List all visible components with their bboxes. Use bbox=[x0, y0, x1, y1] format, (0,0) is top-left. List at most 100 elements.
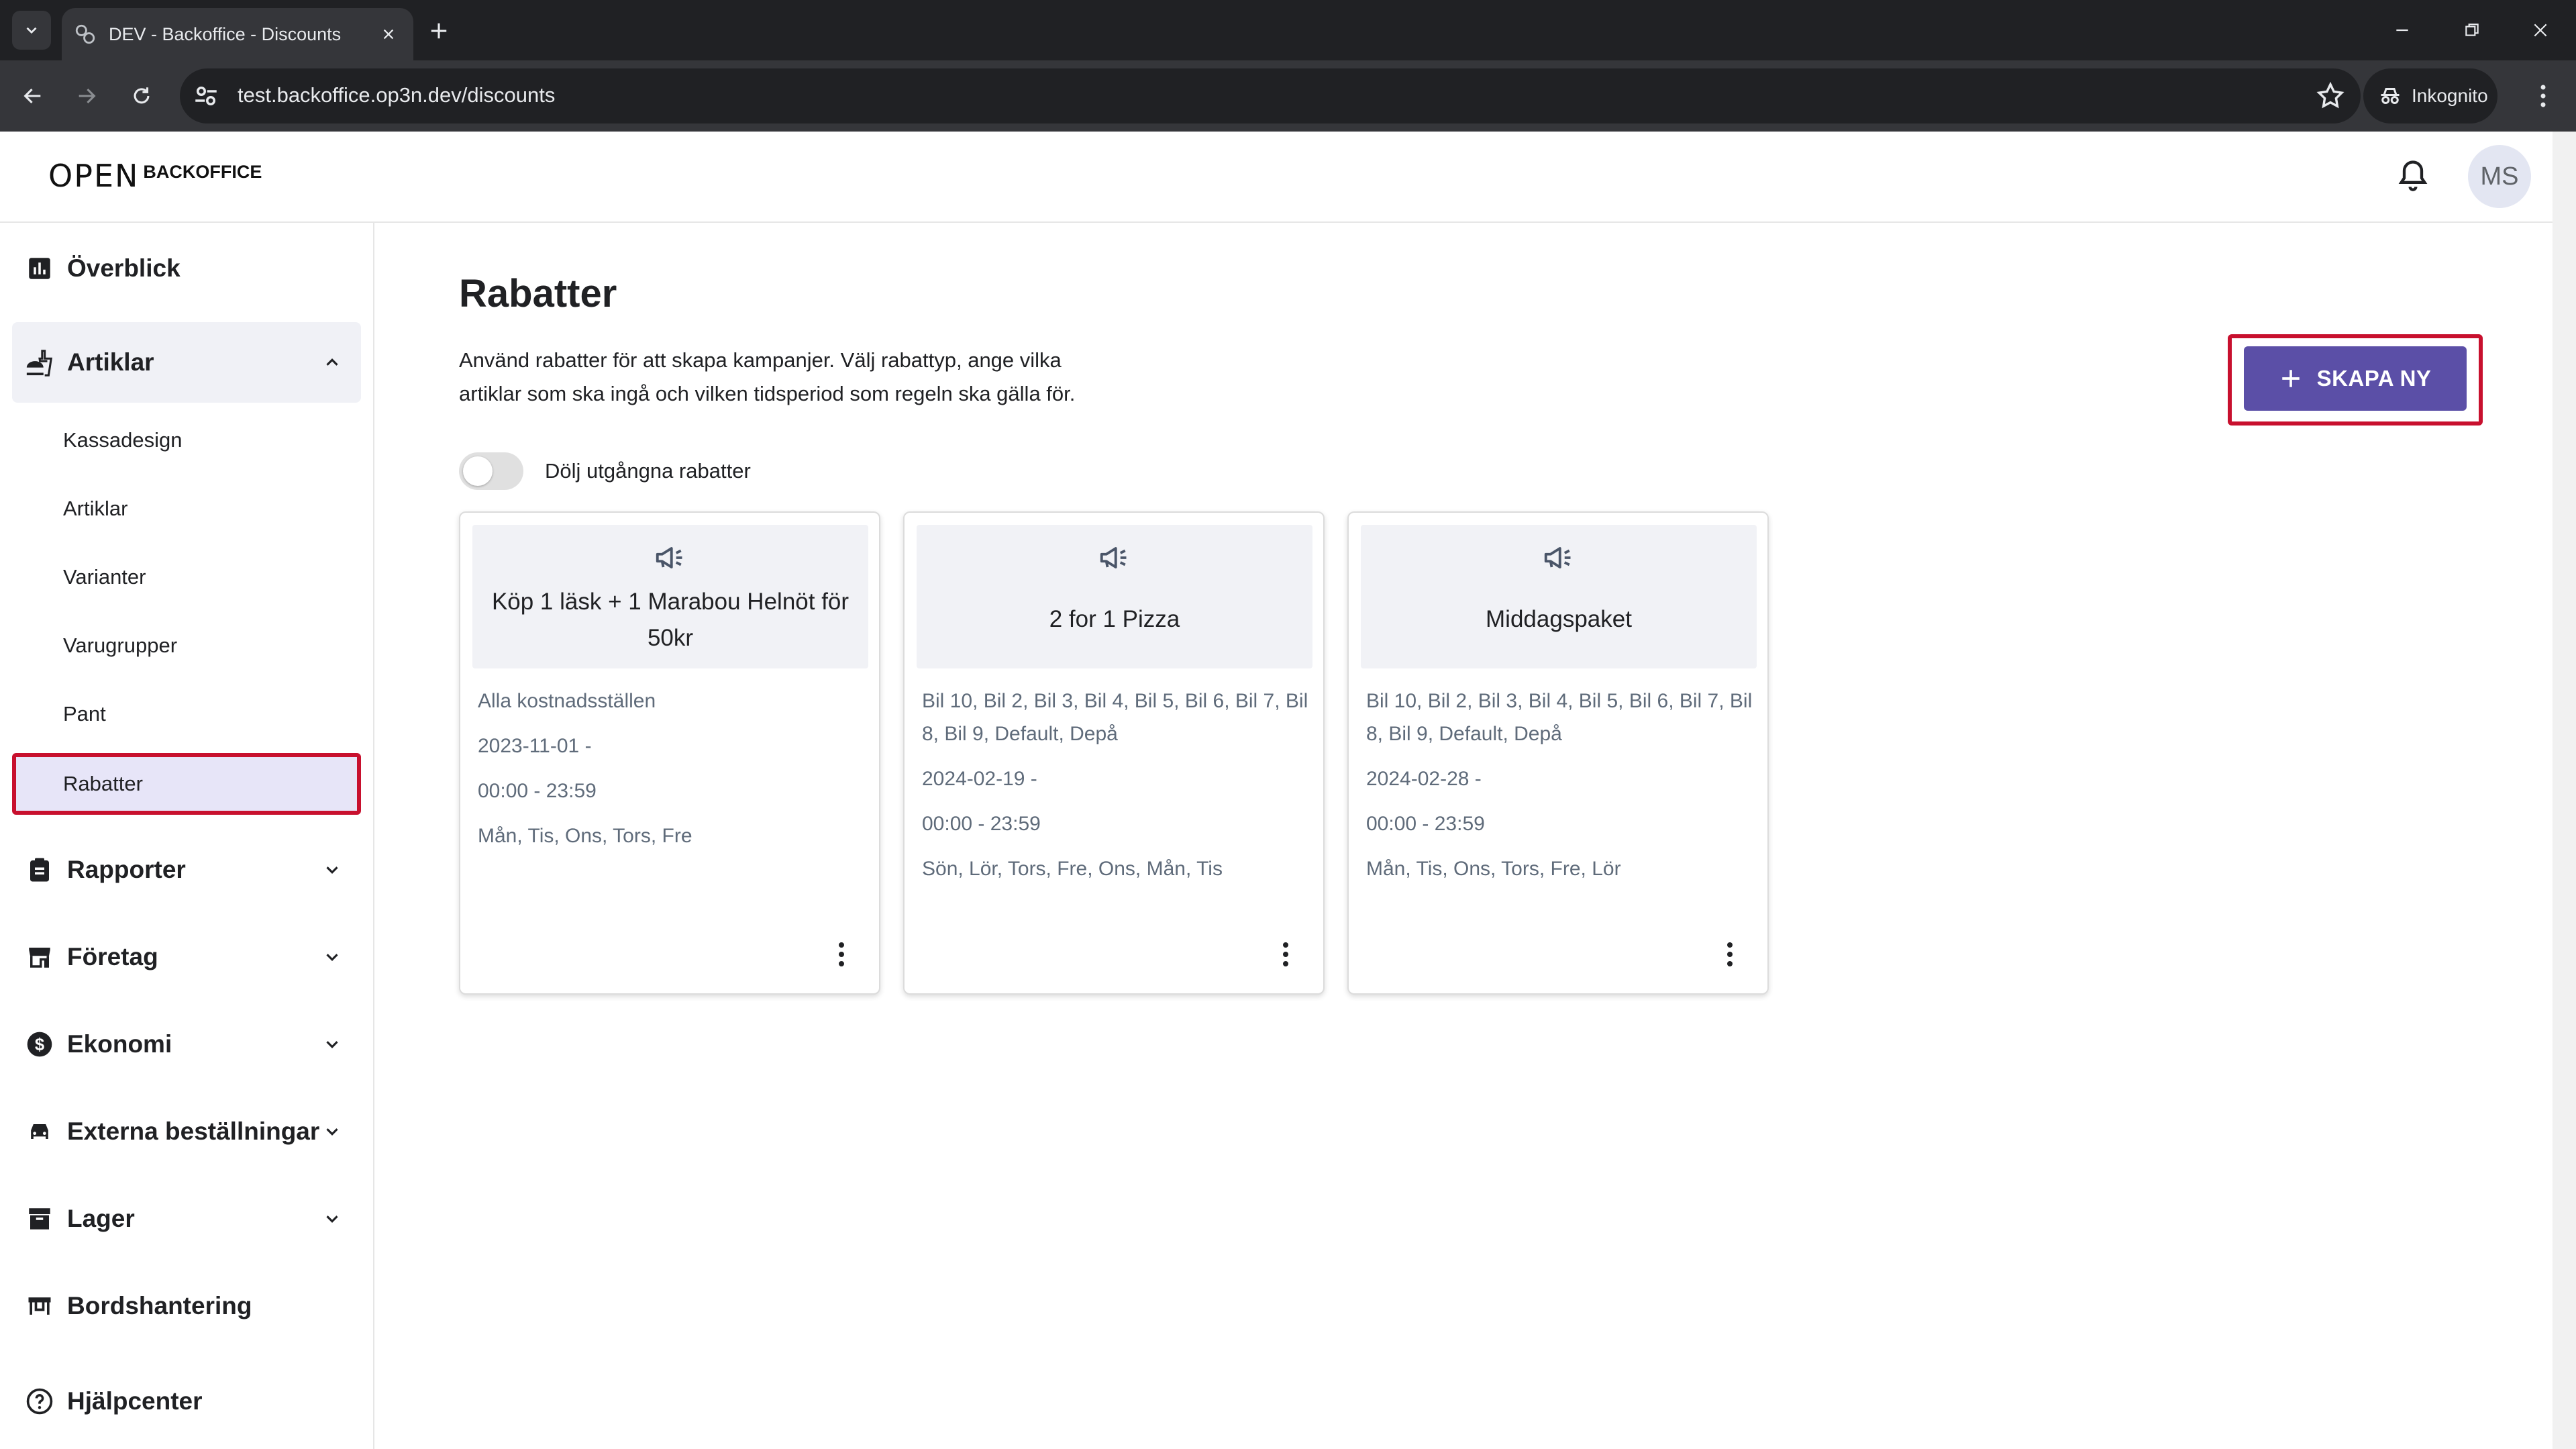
chart-icon bbox=[23, 252, 56, 285]
discount-card[interactable]: 2 for 1 Pizza Bil 10, Bil 2, Bil 3, Bil … bbox=[903, 511, 1325, 995]
chevron-down-icon[interactable] bbox=[317, 1203, 348, 1234]
incognito-indicator[interactable]: Inkognito bbox=[2363, 68, 2497, 123]
site-settings-icon[interactable] bbox=[192, 82, 220, 110]
plus-icon bbox=[431, 23, 447, 39]
discount-details: Bil 10, Bil 2, Bil 3, Bil 4, Bil 5, Bil … bbox=[1366, 685, 1755, 885]
plus-icon bbox=[2279, 367, 2302, 390]
create-new-button[interactable]: SKAPA NY bbox=[2244, 346, 2467, 411]
sidebar-item-hjalpcenter[interactable]: Hjälpcenter bbox=[12, 1361, 361, 1442]
hide-expired-toggle[interactable] bbox=[459, 452, 523, 490]
sidebar-item-label: Bordshantering bbox=[67, 1292, 252, 1319]
browser-menu-button[interactable] bbox=[2531, 79, 2555, 113]
discount-details: Bil 10, Bil 2, Bil 3, Bil 4, Bil 5, Bil … bbox=[922, 685, 1311, 885]
discount-date: 2024-02-28 - bbox=[1366, 768, 1482, 790]
card-menu-button[interactable] bbox=[1272, 934, 1299, 975]
chevron-down-icon[interactable] bbox=[317, 1029, 348, 1060]
close-window-button[interactable] bbox=[2520, 13, 2561, 47]
sidebar-item-label: Externa beställningar bbox=[67, 1117, 320, 1145]
page-scrollbar[interactable] bbox=[2553, 132, 2576, 1449]
address-bar[interactable]: test.backoffice.op3n.dev/discounts bbox=[180, 68, 2361, 123]
table-icon bbox=[23, 1289, 56, 1323]
help-icon bbox=[23, 1385, 56, 1418]
restore-button[interactable] bbox=[2452, 13, 2492, 47]
discount-time: 00:00 - 23:59 bbox=[922, 813, 1041, 835]
discount-card[interactable]: Middagspaket Bil 10, Bil 2, Bil 3, Bil 4… bbox=[1347, 511, 1769, 995]
sidebar-subitem-artiklar[interactable]: Artiklar bbox=[12, 478, 361, 540]
megaphone-icon bbox=[1544, 547, 1571, 568]
tab-title: DEV - Backoffice - Discounts bbox=[109, 24, 342, 44]
tab-search-button[interactable] bbox=[12, 11, 51, 50]
subitem-label: Varianter bbox=[63, 565, 146, 589]
sidebar-item-ekonomi[interactable]: $ Ekonomi bbox=[12, 1004, 361, 1085]
incognito-icon bbox=[2381, 88, 2400, 104]
sidebar-subitem-kassadesign[interactable]: Kassadesign bbox=[12, 409, 361, 471]
app-header: OPEN BACKOFFICE MS bbox=[0, 132, 2553, 223]
toggle-knob bbox=[463, 456, 493, 486]
sidebar-item-overblick[interactable]: Överblick bbox=[12, 228, 361, 309]
sidebar-item-lager[interactable]: Lager bbox=[12, 1179, 361, 1259]
sidebar-item-bordshantering[interactable]: Bordshantering bbox=[12, 1266, 361, 1346]
discount-name: Middagspaket bbox=[1486, 606, 1632, 632]
url-text: test.backoffice.op3n.dev/discounts bbox=[238, 83, 556, 107]
tab-close-icon[interactable] bbox=[376, 21, 401, 47]
logo-text: BACKOFFICE bbox=[143, 161, 262, 182]
browser-tab[interactable]: DEV - Backoffice - Discounts bbox=[62, 8, 413, 60]
minimize-icon bbox=[2396, 29, 2408, 32]
app-frame: OPEN BACKOFFICE MS Överblick Artiklar Ka… bbox=[0, 132, 2576, 1449]
chevron-down-icon[interactable] bbox=[317, 854, 348, 885]
subitem-label: Rabatter bbox=[63, 772, 143, 795]
sidebar-item-label: Rapporter bbox=[67, 856, 186, 883]
sidebar-subitem-pant[interactable]: Pant bbox=[12, 683, 361, 745]
sidebar-item-label: Artiklar bbox=[67, 348, 154, 376]
card-menu-button[interactable] bbox=[1716, 934, 1743, 975]
page-description: Använd rabatter för att skapa kampanjer.… bbox=[459, 348, 1076, 405]
sidebar: Överblick Artiklar Kassadesign Artiklar … bbox=[0, 223, 374, 1449]
chevron-down-icon[interactable] bbox=[317, 1116, 348, 1147]
subitem-label: Varugrupper bbox=[63, 634, 178, 657]
sidebar-subitem-varugrupper[interactable]: Varugrupper bbox=[12, 615, 361, 677]
discount-date: 2024-02-19 - bbox=[922, 768, 1037, 790]
discount-locations: Alla kostnadsställen bbox=[478, 690, 656, 712]
avatar[interactable]: MS bbox=[2468, 145, 2531, 208]
incognito-label: Inkognito bbox=[2412, 85, 2488, 106]
discount-locations: Bil 10, Bil 2, Bil 3, Bil 4, Bil 5, Bil … bbox=[922, 690, 1308, 745]
back-button[interactable] bbox=[15, 78, 51, 114]
notifications-bell-icon[interactable] bbox=[2395, 156, 2430, 195]
chevron-up-icon[interactable] bbox=[317, 347, 348, 378]
browser-toolbar: test.backoffice.op3n.dev/discounts Inkog… bbox=[0, 60, 2576, 132]
sidebar-item-label: Hjälpcenter bbox=[67, 1387, 203, 1415]
subitem-label: Kassadesign bbox=[63, 428, 183, 452]
sidebar-item-label: Ekonomi bbox=[67, 1030, 172, 1058]
chevron-down-icon[interactable] bbox=[317, 942, 348, 972]
card-menu-button[interactable] bbox=[828, 934, 855, 975]
hide-expired-label: Dölj utgångna rabatter bbox=[545, 459, 751, 483]
reload-button[interactable] bbox=[123, 78, 160, 114]
sidebar-subitem-rabatter[interactable]: Rabatter bbox=[12, 753, 361, 815]
store-icon bbox=[23, 940, 56, 974]
sidebar-item-rapporter[interactable]: Rapporter bbox=[12, 830, 361, 910]
megaphone-icon bbox=[1100, 547, 1127, 568]
svg-text:$: $ bbox=[35, 1036, 44, 1054]
subitem-label: Pant bbox=[63, 702, 106, 726]
discount-card[interactable]: Köp 1 läsk + 1 Marabou Helnöt för 50kr A… bbox=[459, 511, 880, 995]
arrow-right-icon bbox=[79, 88, 96, 104]
clipboard-icon bbox=[23, 853, 56, 887]
car-icon bbox=[23, 1115, 56, 1148]
browser-tabstrip: DEV - Backoffice - Discounts bbox=[0, 0, 2576, 60]
sidebar-item-artiklar[interactable]: Artiklar bbox=[12, 322, 361, 403]
forward-button[interactable] bbox=[68, 78, 105, 114]
sidebar-item-externa-bestallningar[interactable]: Externa beställningar bbox=[12, 1091, 361, 1172]
discount-days: Mån, Tis, Ons, Tors, Fre bbox=[478, 825, 692, 847]
sidebar-subitem-varianter[interactable]: Varianter bbox=[12, 546, 361, 608]
more-vert-icon bbox=[2540, 85, 2546, 107]
logo[interactable]: OPEN BACKOFFICE bbox=[48, 156, 262, 196]
minimize-button[interactable] bbox=[2382, 13, 2422, 47]
new-tab-button[interactable] bbox=[424, 16, 454, 46]
sidebar-item-foretag[interactable]: Företag bbox=[12, 917, 361, 997]
sidebar-item-label: Lager bbox=[67, 1205, 135, 1232]
bookmark-star-icon[interactable] bbox=[2315, 81, 2346, 111]
discount-date: 2023-11-01 - bbox=[478, 735, 592, 757]
discount-name: Köp 1 läsk + 1 Marabou Helnöt för 50kr bbox=[491, 589, 849, 651]
hide-expired-toggle-row: Dölj utgångna rabatter bbox=[459, 451, 751, 491]
discount-card-header: Middagspaket bbox=[1361, 525, 1757, 668]
